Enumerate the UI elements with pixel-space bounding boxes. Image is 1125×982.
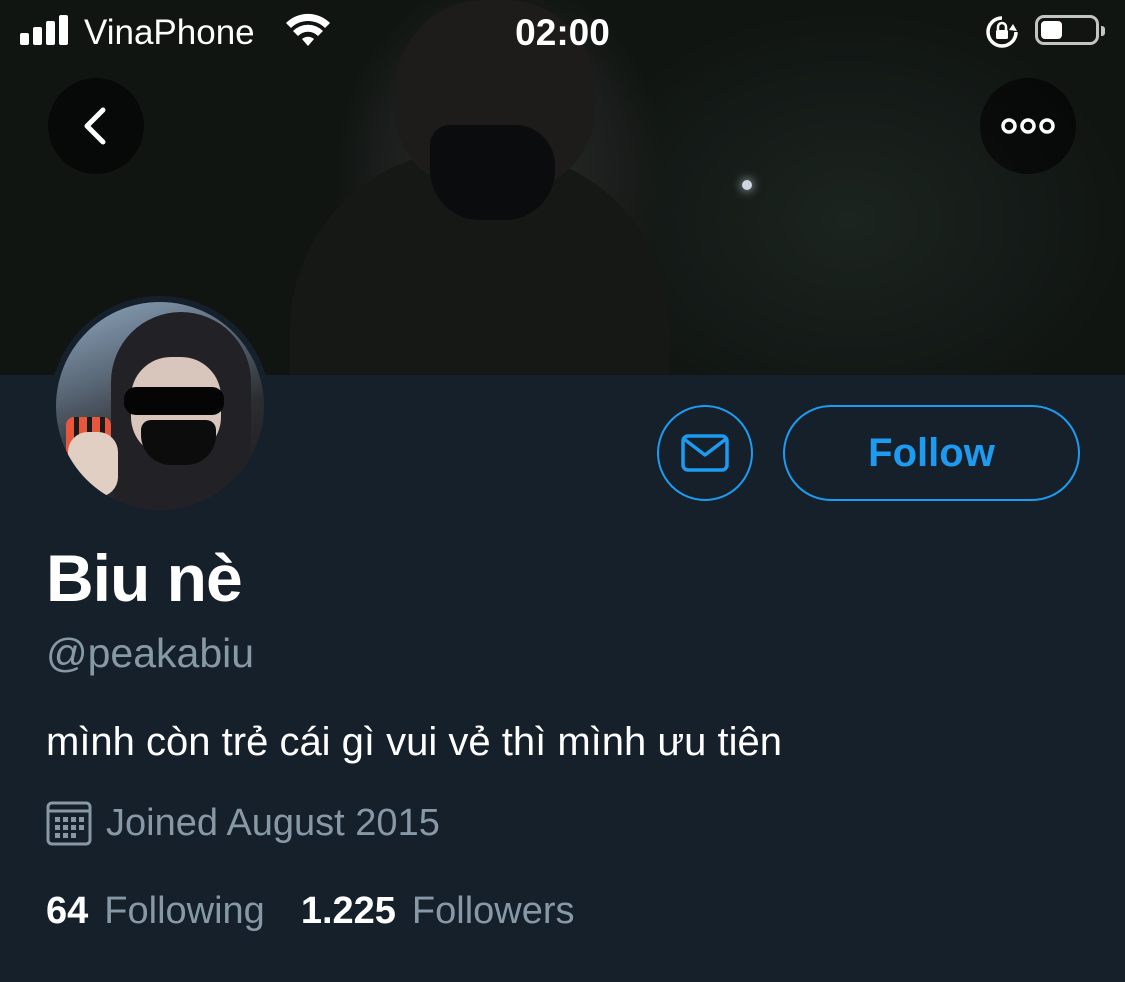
display-name: Biu nè (46, 541, 243, 615)
following-label: Following (104, 890, 265, 932)
more-options-button[interactable] (980, 78, 1076, 174)
mail-icon (681, 434, 729, 472)
followers-stat[interactable]: 1.225 Followers (301, 890, 575, 933)
banner-mask (430, 125, 555, 220)
follow-button[interactable]: Follow (783, 405, 1080, 501)
rotation-lock-icon (986, 16, 1018, 48)
followers-count: 1.225 (300, 890, 396, 932)
user-handle: @peakabiu (46, 630, 255, 676)
chevron-left-icon (84, 107, 106, 145)
calendar-icon (46, 801, 92, 846)
following-count: 64 (46, 890, 89, 932)
follow-stats: 64 Following 1.225 Followers (46, 890, 611, 933)
more-horizontal-icon (1001, 118, 1055, 134)
following-stat[interactable]: 64 Following (46, 890, 265, 933)
profile-avatar[interactable] (50, 296, 270, 516)
banner-light (742, 180, 752, 190)
status-time: 02:00 (515, 12, 610, 53)
back-button[interactable] (48, 78, 144, 174)
battery-icon (1035, 15, 1105, 45)
message-button[interactable] (657, 405, 753, 501)
joined-date: Joined August 2015 (46, 800, 440, 846)
joined-label: Joined August 2015 (106, 801, 440, 844)
status-bar: VinaPhone 02:00 (0, 0, 1125, 66)
profile-bio: mình còn trẻ cái gì vui vẻ thì mình ưu t… (46, 720, 783, 764)
followers-label: Followers (411, 890, 575, 932)
